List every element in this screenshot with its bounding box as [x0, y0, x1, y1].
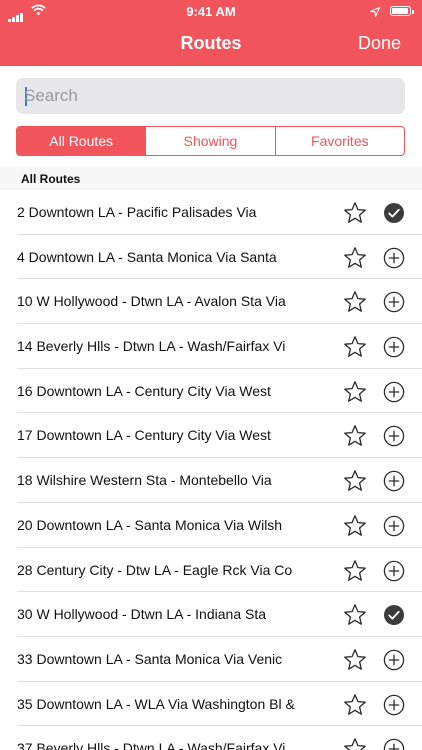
done-button[interactable]: Done [358, 33, 401, 54]
nav-header: 9:41 AM Routes Done [0, 0, 422, 66]
route-label: 2 Downtown LA - Pacific Palisades Via [17, 204, 257, 220]
favorite-star-icon[interactable] [343, 514, 367, 543]
route-row[interactable]: 16 Downtown LA - Century City Via West [0, 369, 422, 414]
route-row[interactable]: 35 Downtown LA - WLA Via Washington Bl & [0, 682, 422, 727]
route-row[interactable]: 2 Downtown LA - Pacific Palisades Via [0, 190, 422, 235]
favorite-star-icon[interactable] [343, 246, 367, 275]
battery-icon [390, 6, 414, 16]
route-row[interactable]: 20 Downtown LA - Santa Monica Via Wilsh [0, 503, 422, 548]
route-row[interactable]: 17 Downtown LA - Century City Via West [0, 413, 422, 459]
add-circle-icon[interactable] [383, 515, 405, 542]
route-label: 17 Downtown LA - Century City Via West [17, 427, 271, 444]
location-arrow-icon [369, 5, 381, 20]
route-label: 20 Downtown LA - Santa Monica Via Wilsh [17, 516, 283, 533]
route-row[interactable]: 33 Downtown LA - Santa Monica Via Venic [0, 637, 422, 682]
tab-showing[interactable]: Showing [145, 127, 274, 155]
favorite-star-icon[interactable] [343, 335, 367, 364]
add-circle-icon[interactable] [383, 738, 405, 750]
check-circle-icon[interactable] [383, 202, 405, 229]
favorite-star-icon[interactable] [343, 424, 367, 453]
route-label: 18 Wilshire Western Sta - Montebello Via [17, 472, 272, 489]
route-label: 10 W Hollywood - Dtwn LA - Avalon Sta Vi… [17, 293, 286, 310]
add-circle-icon[interactable] [383, 425, 405, 452]
route-label: 28 Century City - Dtw LA - Eagle Rck Via… [17, 561, 293, 578]
route-row[interactable]: 10 W Hollywood - Dtwn LA - Avalon Sta Vi… [0, 279, 422, 325]
route-row[interactable]: 4 Downtown LA - Santa Monica Via Santa [0, 235, 422, 280]
search-input[interactable] [24, 78, 394, 114]
route-label: 35 Downtown LA - WLA Via Washington Bl & [17, 695, 295, 712]
route-row[interactable]: 30 W Hollywood - Dtwn LA - Indiana Sta [0, 592, 422, 637]
route-label: 33 Downtown LA - Santa Monica Via Venic [17, 650, 283, 667]
add-circle-icon[interactable] [383, 291, 405, 318]
favorite-star-icon[interactable] [343, 290, 367, 319]
route-label: 4 Downtown LA - Santa Monica Via Santa [17, 248, 277, 265]
add-circle-icon[interactable] [383, 336, 405, 363]
route-filter-segmented-control: All Routes Showing Favorites [16, 126, 405, 156]
section-title: All Routes [21, 172, 81, 186]
search-field[interactable] [16, 78, 405, 114]
favorite-star-icon[interactable] [343, 737, 367, 750]
route-row[interactable]: 14 Beverly Hlls - Dtwn LA - Wash/Fairfax… [0, 324, 422, 369]
add-circle-icon[interactable] [383, 560, 405, 587]
favorite-star-icon[interactable] [343, 469, 367, 498]
add-circle-icon[interactable] [383, 694, 405, 721]
route-label: 14 Beverly Hlls - Dtwn LA - Wash/Fairfax… [17, 338, 286, 355]
route-label: 30 W Hollywood - Dtwn LA - Indiana Sta [17, 606, 267, 623]
favorite-star-icon[interactable] [343, 201, 367, 230]
route-row[interactable]: 18 Wilshire Western Sta - Montebello Via [0, 458, 422, 503]
add-circle-icon[interactable] [383, 247, 405, 274]
check-circle-icon[interactable] [383, 604, 405, 631]
add-circle-icon[interactable] [383, 649, 405, 676]
route-label: 37 Beverly Hlls - Dtwn LA - Wash/Fairfax… [17, 740, 286, 750]
routes-list[interactable]: 2 Downtown LA - Pacific Palisades Via 4 D… [0, 190, 422, 750]
favorite-star-icon[interactable] [343, 559, 367, 588]
tab-favorites[interactable]: Favorites [274, 127, 404, 155]
favorite-star-icon[interactable] [343, 380, 367, 409]
add-circle-icon[interactable] [383, 470, 405, 497]
section-header: All Routes [0, 166, 422, 190]
favorite-star-icon[interactable] [343, 693, 367, 722]
route-row[interactable]: 28 Century City - Dtw LA - Eagle Rck Via… [0, 548, 422, 593]
search-bar [0, 66, 422, 114]
route-label: 16 Downtown LA - Century City Via West [17, 382, 271, 399]
status-bar: 9:41 AM [0, 0, 422, 22]
favorite-star-icon[interactable] [343, 648, 367, 677]
add-circle-icon[interactable] [383, 381, 405, 408]
route-row[interactable]: 37 Beverly Hlls - Dtwn LA - Wash/Fairfax… [0, 726, 422, 750]
favorite-star-icon[interactable] [343, 603, 367, 632]
status-time: 9:41 AM [186, 4, 236, 19]
tab-all-routes[interactable]: All Routes [17, 127, 146, 155]
